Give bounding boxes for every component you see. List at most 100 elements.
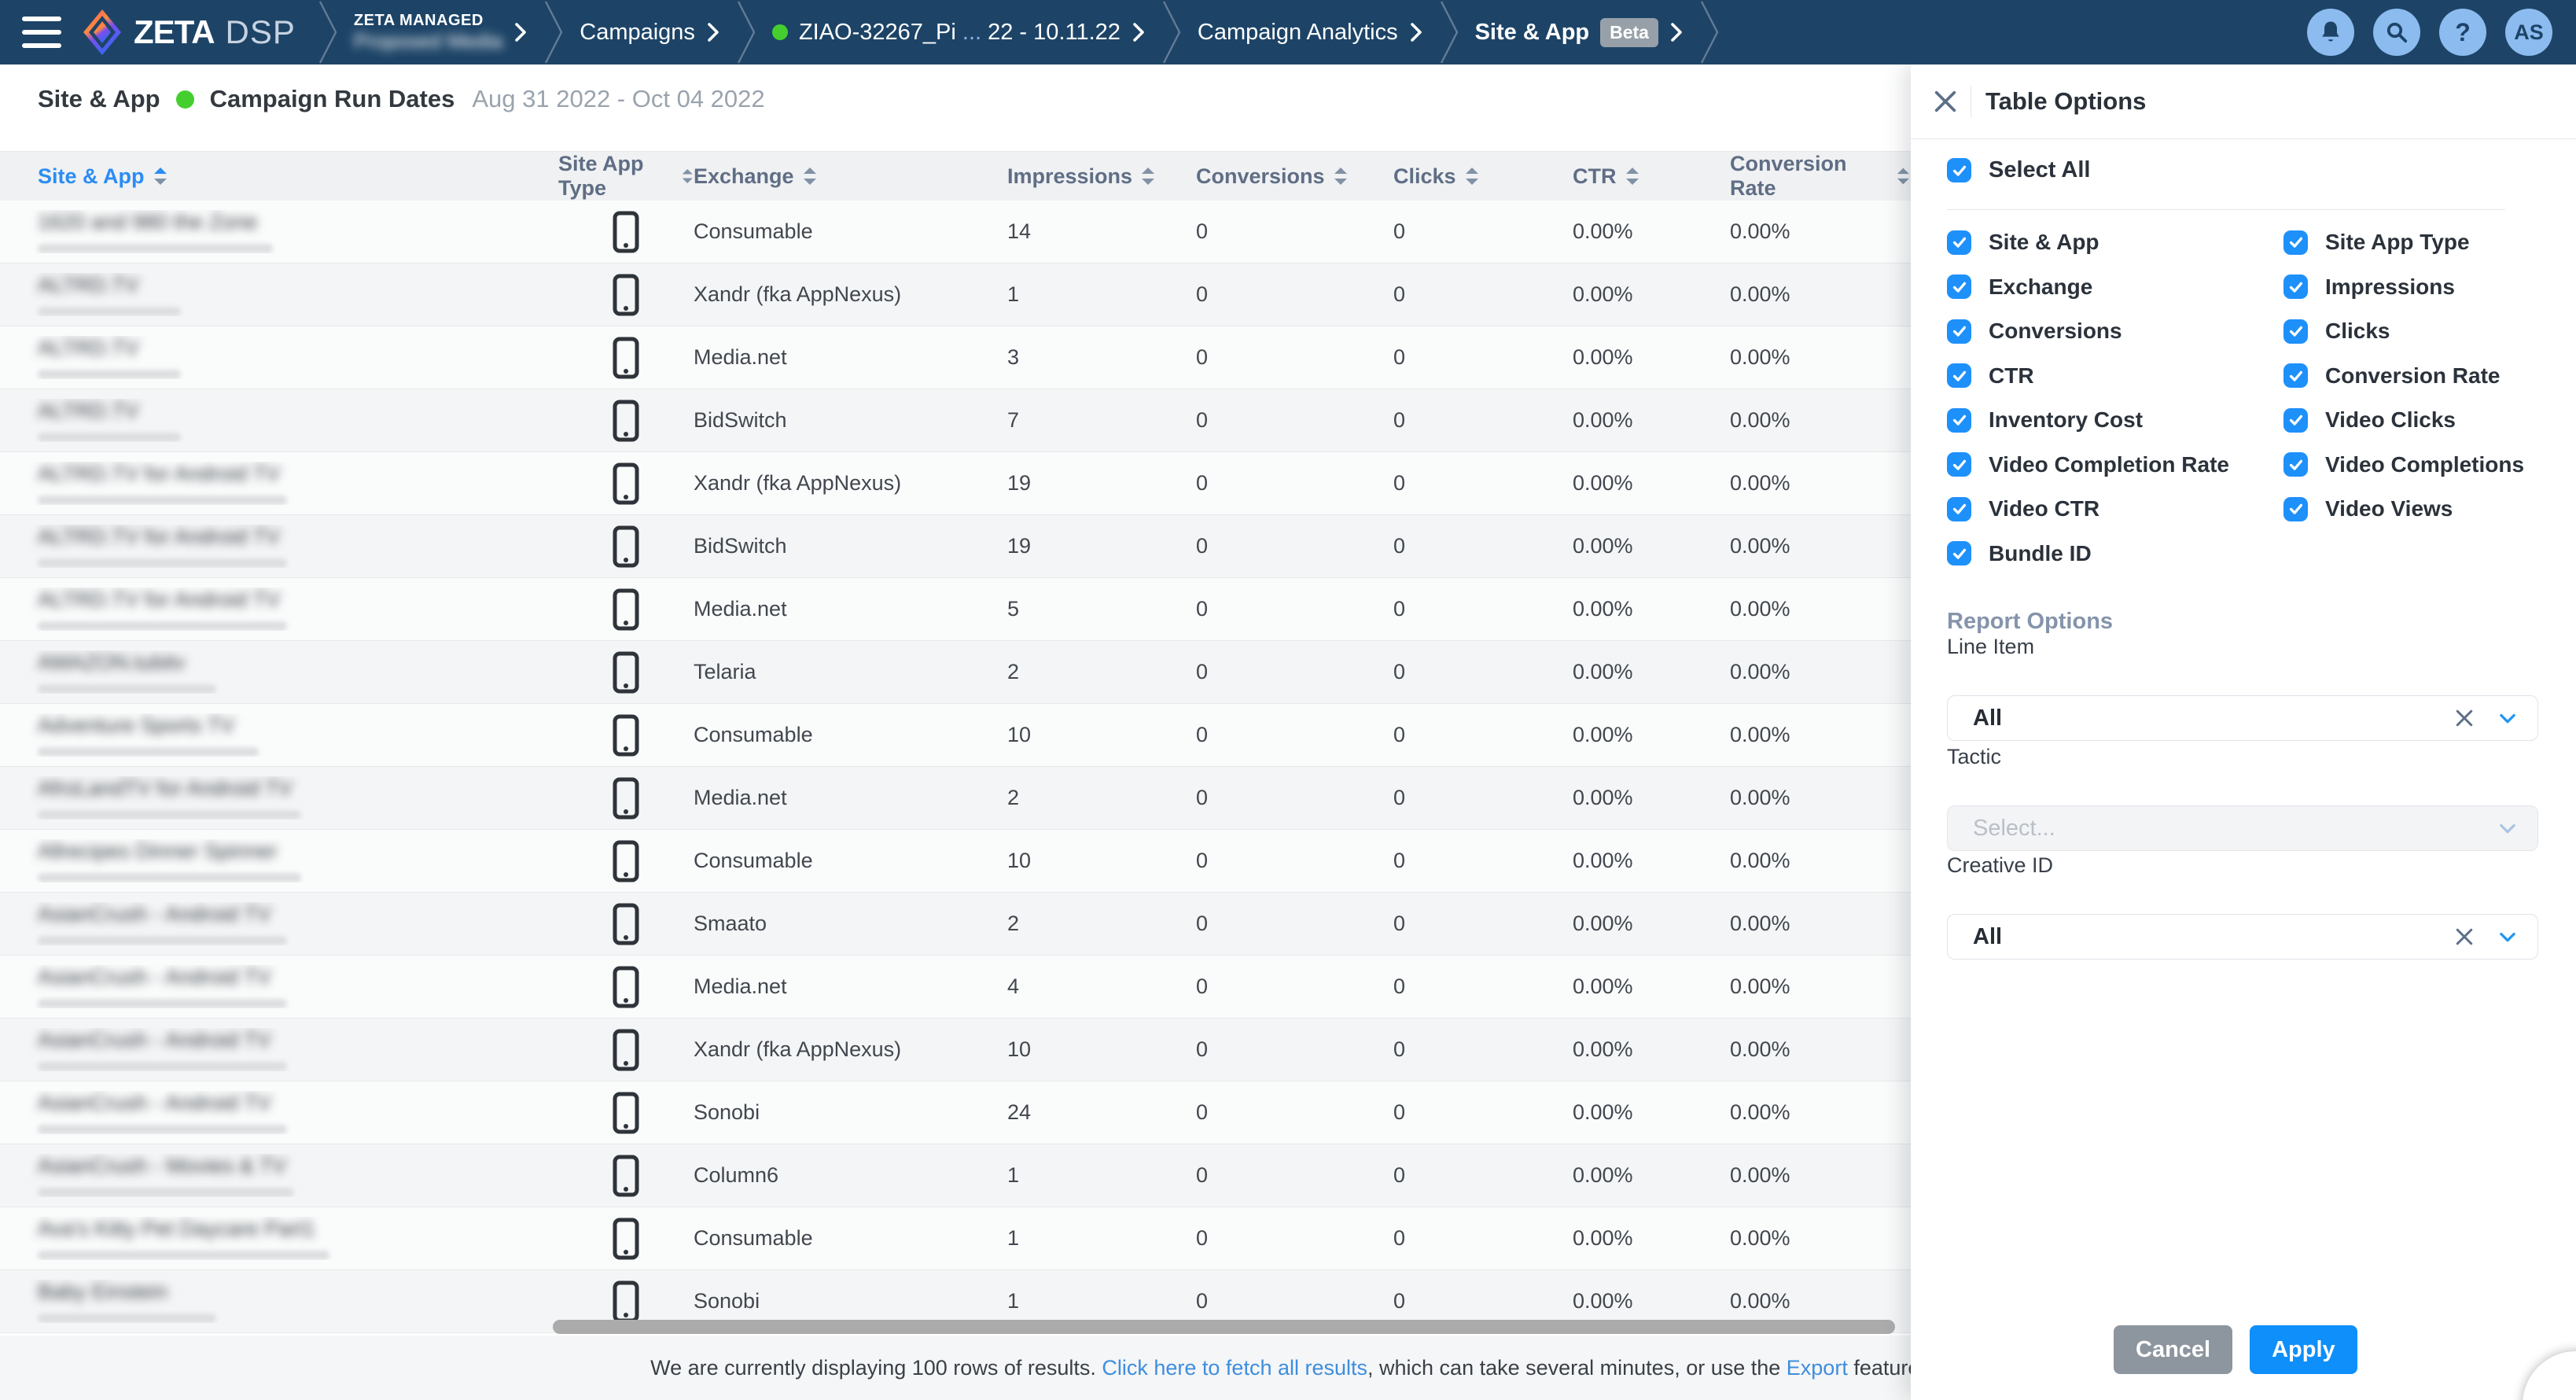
chevron-right-icon (1132, 22, 1146, 42)
table-row[interactable]: Allrecipes Dinner SpinnerConsumable10000… (0, 830, 1911, 893)
hamburger-menu-icon[interactable] (22, 17, 61, 48)
clicks-value: 0 (1393, 1163, 1573, 1188)
apply-button[interactable]: Apply (2250, 1325, 2357, 1374)
checkbox-checked[interactable] (2283, 319, 2308, 344)
creative-id-select[interactable]: All (1947, 914, 2538, 960)
column-toggle-video-ctr[interactable]: Video CTR (1947, 496, 2283, 521)
brand-logo[interactable]: ZETA DSP (82, 9, 296, 56)
creative-id-clear-button[interactable] (2453, 925, 2476, 949)
user-avatar[interactable]: AS (2505, 9, 2552, 56)
mobile-device-icon (612, 337, 640, 379)
column-toggle-inventory-cost[interactable]: Inventory Cost (1947, 407, 2283, 433)
table-row[interactable]: ALTRD.TV for Android TVXandr (fka AppNex… (0, 452, 1911, 515)
breadcrumb-item-2[interactable]: ZIAO-32267_Pi ... 22 - 10.11.22 (758, 20, 1160, 46)
table-row[interactable]: AMAZON.tubitvTelaria2000.00%0.00% (0, 641, 1911, 704)
clicks-value: 0 (1393, 534, 1573, 558)
column-toggle-impressions[interactable]: Impressions (2283, 274, 2545, 300)
mobile-device-icon (612, 1092, 640, 1134)
table-row[interactable]: 1620 and 980 the ZoneConsumable14000.00%… (0, 201, 1911, 263)
column-toggle-bundle-id[interactable]: Bundle ID (1947, 541, 2283, 566)
table-row[interactable]: ALTRD.TVMedia.net3000.00%0.00% (0, 326, 1911, 389)
line-item-dropdown-toggle[interactable] (2497, 707, 2519, 729)
bell-icon (2319, 20, 2342, 45)
site-app-subline (38, 244, 273, 253)
column-header-site-app-type[interactable]: Site App Type (558, 152, 694, 201)
table-row[interactable]: AsianCrush - Android TVMedia.net4000.00%… (0, 956, 1911, 1019)
site-app-name: AsianCrush - Android TV (38, 965, 558, 989)
checkbox-checked[interactable] (1947, 274, 1971, 299)
column-toggle-video-views[interactable]: Video Views (2283, 496, 2545, 521)
column-toggle-ctr[interactable]: CTR (1947, 363, 2283, 389)
creative-id-dropdown-toggle[interactable] (2497, 926, 2519, 948)
table-row[interactable]: ALTRD.TV for Android TVBidSwitch19000.00… (0, 515, 1911, 578)
table-row[interactable]: AsianCrush - Android TVXandr (fka AppNex… (0, 1019, 1911, 1081)
chat-launcher-button[interactable] (2523, 1351, 2576, 1400)
table-row[interactable]: Ava's Kitty Pet Daycare Part1Consumable1… (0, 1207, 1911, 1270)
table-row[interactable]: AsianCrush - Android TVSonobi24000.00%0.… (0, 1081, 1911, 1144)
app-root: ZETA DSP ZETA MANAGEDProposed Media Campa… (0, 0, 2576, 1400)
table-row[interactable]: AsianCrush - Android TVSmaato2000.00%0.0… (0, 893, 1911, 956)
checkbox-checked[interactable] (1947, 230, 1971, 255)
checkbox-checked[interactable] (2283, 274, 2308, 299)
notifications-button[interactable] (2307, 9, 2354, 56)
chevron-right-icon (513, 22, 528, 42)
breadcrumb-item-4[interactable]: Site & AppBeta (1461, 18, 1698, 47)
column-header-conversions[interactable]: Conversions (1196, 164, 1393, 189)
clicks-value: 0 (1393, 1100, 1573, 1125)
column-header-site-app[interactable]: Site & App (38, 164, 558, 189)
campaign-status-dot-icon (772, 24, 788, 40)
table-row[interactable]: ALTRD.TVBidSwitch7000.00%0.00% (0, 389, 1911, 452)
mobile-device-icon (612, 525, 640, 568)
checkbox-checked[interactable] (1947, 541, 1971, 566)
checkbox-checked[interactable] (1947, 319, 1971, 344)
checkbox-checked[interactable] (2283, 408, 2308, 433)
close-panel-button[interactable] (1928, 84, 1963, 119)
panel-header: Table Options (1911, 64, 2576, 139)
checkbox-checked[interactable] (1947, 452, 1971, 477)
line-item-select[interactable]: All (1947, 695, 2538, 741)
column-toggle-conversion-rate[interactable]: Conversion Rate (2283, 363, 2545, 389)
column-header-ctr[interactable]: CTR (1573, 164, 1730, 189)
column-header-clicks[interactable]: Clicks (1393, 164, 1573, 189)
table-row[interactable]: AsianCrush - Movies & TVColumn61000.00%0… (0, 1144, 1911, 1207)
column-toggle-clicks[interactable]: Clicks (2283, 319, 2545, 344)
column-toggle-exchange[interactable]: Exchange (1947, 274, 2283, 300)
exchange-value: Xandr (fka AppNexus) (694, 471, 1007, 496)
breadcrumb-item-1[interactable]: Campaigns (565, 20, 734, 46)
impressions-value: 19 (1007, 471, 1196, 496)
table-row[interactable]: ALTRD.TVXandr (fka AppNexus)1000.00%0.00… (0, 263, 1911, 326)
horizontal-scrollbar-thumb[interactable] (553, 1320, 1895, 1334)
table-row[interactable]: Adventure Sports TVConsumable10000.00%0.… (0, 704, 1911, 767)
line-item-clear-button[interactable] (2453, 706, 2476, 730)
table-row[interactable]: AfroLandTV for Android TVMedia.net2000.0… (0, 767, 1911, 830)
cancel-button[interactable]: Cancel (2114, 1325, 2232, 1374)
checkbox-checked[interactable] (1947, 408, 1971, 433)
column-header-impressions[interactable]: Impressions (1007, 164, 1196, 189)
search-button[interactable] (2373, 9, 2420, 56)
column-header-exchange[interactable]: Exchange (694, 164, 1007, 189)
checkbox-checked[interactable] (2283, 452, 2308, 477)
column-toggle-video-clicks[interactable]: Video Clicks (2283, 407, 2545, 433)
help-button[interactable]: ? (2439, 9, 2486, 56)
checkbox-checked[interactable] (2283, 363, 2308, 388)
export-link[interactable]: Export (1787, 1356, 1848, 1380)
breadcrumb-item-0[interactable]: ZETA MANAGEDProposed Media (340, 12, 542, 53)
column-toggle-video-completion-rate[interactable]: Video Completion Rate (1947, 452, 2283, 477)
fetch-all-link[interactable]: Click here to fetch all results (1102, 1356, 1367, 1380)
column-toggle-conversions[interactable]: Conversions (1947, 319, 2283, 344)
select-all-row[interactable]: Select All (1947, 157, 2090, 183)
column-toggle-video-completions[interactable]: Video Completions (2283, 452, 2545, 477)
breadcrumb-item-3[interactable]: Campaign Analytics (1183, 20, 1437, 46)
table-row[interactable]: ALTRD.TV for Android TVMedia.net5000.00%… (0, 578, 1911, 641)
tactic-select[interactable]: Select... (1947, 805, 2538, 851)
column-toggle-site-app-type[interactable]: Site App Type (2283, 230, 2545, 255)
column-toggle-site-app[interactable]: Site & App (1947, 230, 2283, 255)
exchange-value: Media.net (694, 786, 1007, 810)
checkbox-checked[interactable] (2283, 230, 2308, 255)
checkbox-checked[interactable] (1947, 363, 1971, 388)
checkbox-checked[interactable] (1947, 497, 1971, 521)
impressions-value: 7 (1007, 408, 1196, 433)
select-all-checkbox[interactable] (1947, 158, 1971, 182)
checkbox-checked[interactable] (2283, 497, 2308, 521)
column-header-conversion-rate[interactable]: Conversion Rate (1730, 152, 1911, 201)
